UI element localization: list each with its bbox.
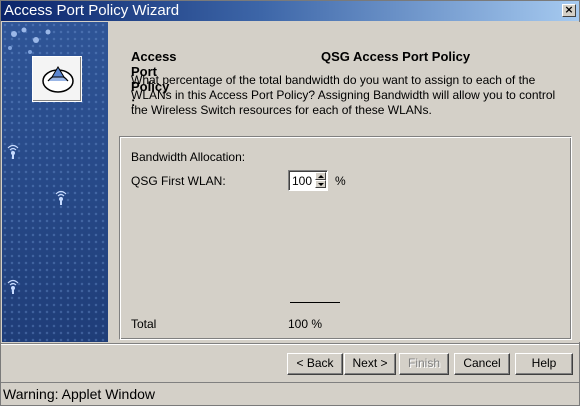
window-title: Access Port Policy Wizard bbox=[4, 2, 180, 19]
wireless-signal-icon bbox=[55, 190, 67, 205]
wizard-logo bbox=[32, 56, 82, 102]
wizard-button-bar: < Back Next > Finish Cancel Help bbox=[1, 343, 579, 381]
title-bar[interactable]: Access Port Policy Wizard × bbox=[1, 1, 579, 21]
total-label: Total bbox=[131, 317, 157, 331]
close-button[interactable]: × bbox=[562, 4, 576, 17]
wlan-label: QSG First WLAN: bbox=[131, 174, 226, 188]
policy-name: QSG Access Port Policy bbox=[321, 49, 471, 64]
next-button[interactable]: Next > bbox=[344, 353, 396, 375]
finish-button[interactable]: Finish bbox=[399, 353, 449, 375]
wlan-bandwidth-spinner[interactable]: 100 bbox=[288, 170, 328, 191]
wizard-logo-icon bbox=[42, 66, 74, 93]
cancel-button[interactable]: Cancel bbox=[454, 353, 510, 375]
close-icon: × bbox=[564, 3, 574, 16]
total-divider bbox=[290, 302, 340, 303]
total-value: 100 % bbox=[288, 317, 323, 331]
wizard-content: Access Port Policy : QSG Access Port Pol… bbox=[109, 22, 580, 342]
help-button[interactable]: Help bbox=[515, 353, 573, 375]
applet-warning-text: Warning: Applet Window bbox=[3, 386, 155, 402]
description-text: What percentage of the total bandwidth d… bbox=[131, 73, 556, 117]
percent-unit: % bbox=[335, 174, 346, 188]
spinner-down-icon[interactable] bbox=[315, 180, 326, 188]
wireless-signal-icon bbox=[7, 279, 19, 294]
status-bar: Warning: Applet Window bbox=[1, 382, 579, 405]
wlan-bandwidth-value[interactable]: 100 bbox=[292, 174, 312, 188]
spinner-up-icon[interactable] bbox=[315, 172, 326, 180]
back-button[interactable]: < Back bbox=[287, 353, 343, 375]
wizard-side-banner bbox=[2, 22, 108, 342]
wizard-window: Access Port Policy Wizard × Access Port … bbox=[0, 0, 580, 406]
wireless-signal-icon bbox=[7, 144, 19, 159]
bandwidth-allocation-title: Bandwidth Allocation: bbox=[131, 150, 246, 164]
spinner-buttons bbox=[315, 172, 326, 189]
bandwidth-allocation-group: Bandwidth Allocation: QSG First WLAN: 10… bbox=[119, 136, 572, 340]
